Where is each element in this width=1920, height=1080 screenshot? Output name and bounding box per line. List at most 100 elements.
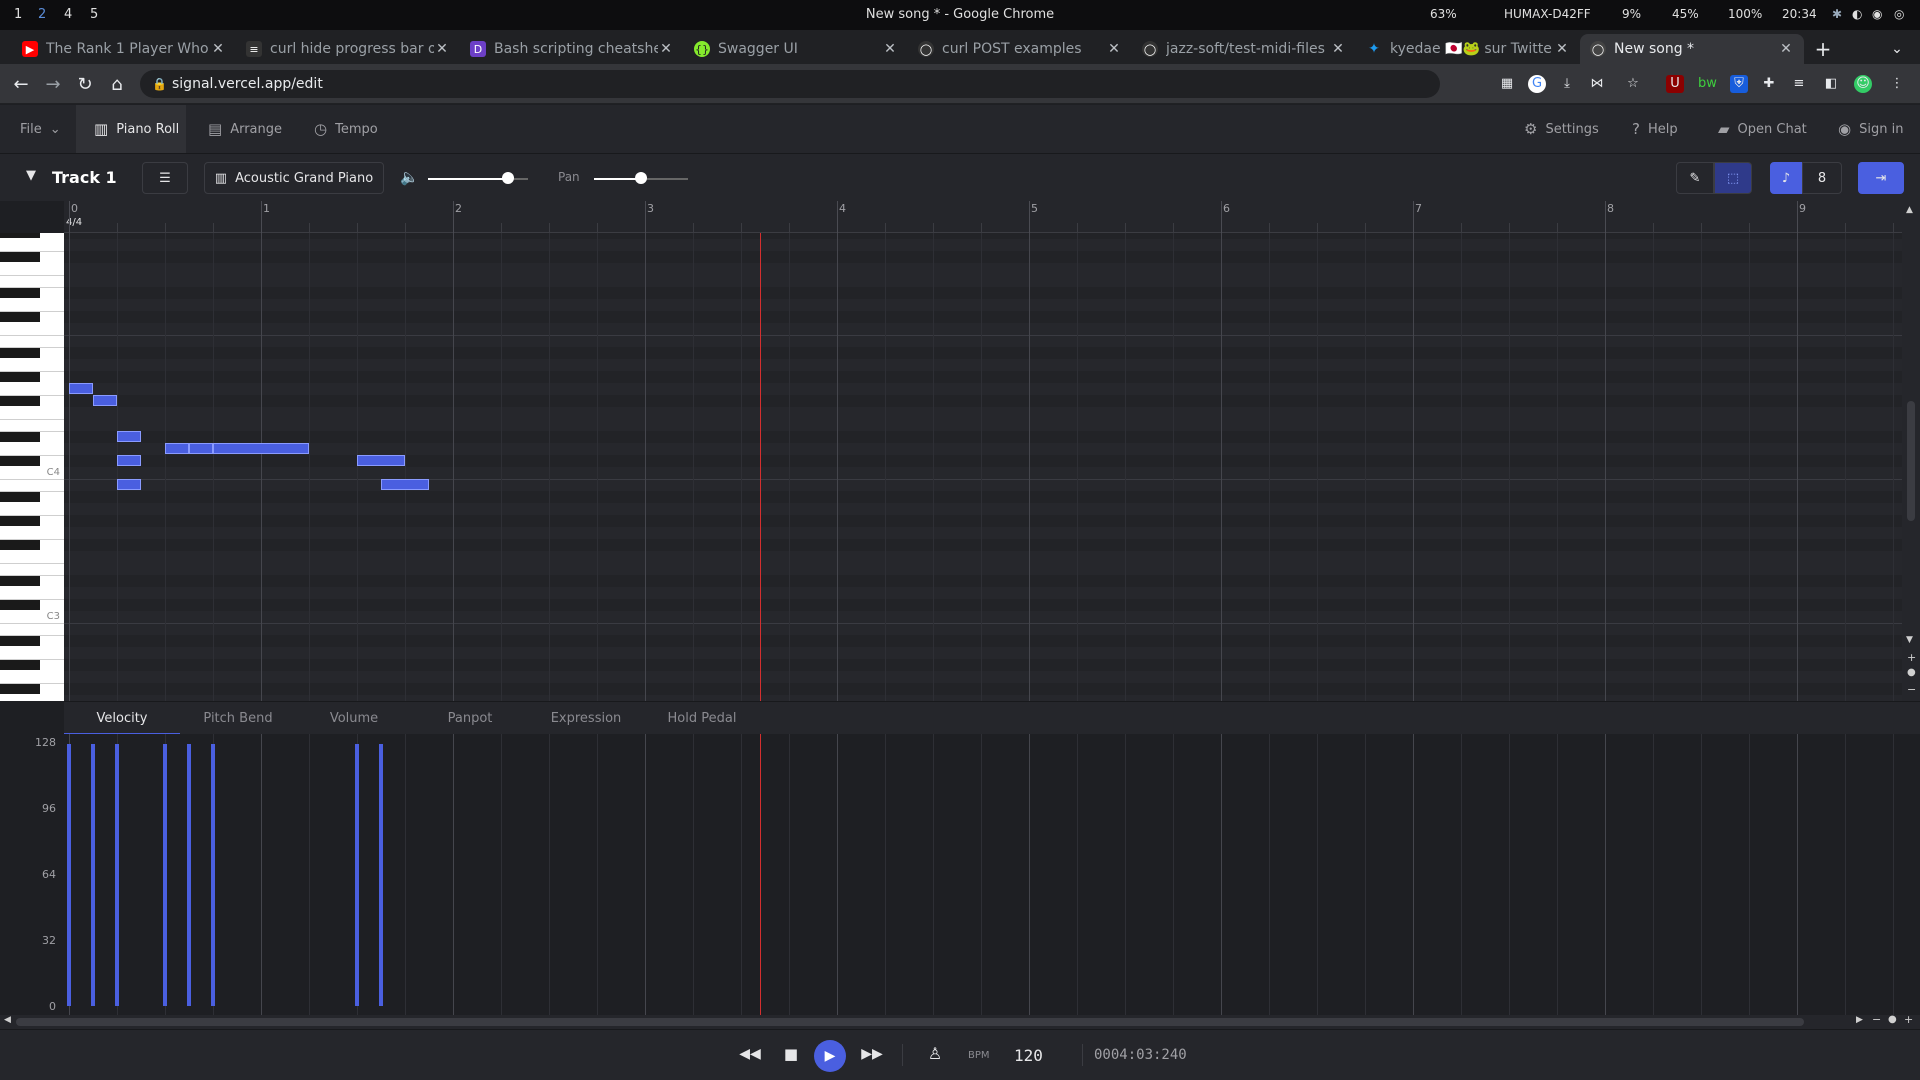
tab-panpot[interactable]: Panpot [412, 702, 528, 735]
selection-tool-button[interactable]: ⬚ [1714, 162, 1752, 194]
black-key[interactable] [0, 233, 40, 238]
forward-icon[interactable]: → [42, 74, 64, 96]
timeline-ruler[interactable]: 4/4 0123456789 [64, 201, 1902, 233]
sidepanel-icon[interactable]: ◧ [1822, 75, 1840, 93]
black-key[interactable] [0, 516, 40, 526]
pan-knob[interactable] [635, 172, 647, 184]
share-icon[interactable]: ⋈ [1588, 75, 1606, 93]
close-icon[interactable]: ✕ [210, 41, 226, 57]
velocity-grid[interactable] [64, 734, 1902, 1015]
zoom-out-icon[interactable]: − [1872, 1013, 1881, 1026]
zoom-out-icon[interactable]: − [1907, 683, 1916, 696]
velocity-bar[interactable] [163, 744, 167, 1006]
rewind-icon[interactable]: ◀◀ [738, 1046, 762, 1062]
tab-volume[interactable]: Volume [296, 702, 412, 735]
black-key[interactable] [0, 372, 40, 382]
close-icon[interactable]: ✕ [1106, 41, 1122, 57]
scroll-right-icon[interactable]: ▶ [1856, 1015, 1863, 1025]
velocity-pane[interactable]: 128 96 64 32 0 [0, 734, 1920, 1015]
pencil-tool-button[interactable]: ✎ [1676, 162, 1714, 194]
black-key[interactable] [0, 684, 40, 694]
velocity-bar[interactable] [211, 744, 215, 1006]
velocity-bar[interactable] [67, 744, 71, 1006]
tab-new-song[interactable]: ◯ New song * ✕ [1580, 34, 1804, 64]
hscroll-thumb[interactable] [16, 1018, 1804, 1026]
black-key[interactable] [0, 252, 40, 262]
ublock-icon[interactable]: U [1666, 75, 1684, 93]
zoom-reset-icon[interactable]: ● [1907, 667, 1916, 678]
profile-avatar[interactable]: ☺ [1854, 75, 1872, 93]
black-key[interactable] [0, 348, 40, 358]
note[interactable] [117, 455, 141, 466]
tab-jazz-soft[interactable]: ◯ jazz-soft/test-midi-files ✕ [1132, 34, 1356, 64]
note-grid[interactable] [64, 233, 1902, 701]
black-key[interactable] [0, 636, 40, 646]
black-key[interactable] [0, 456, 40, 466]
extension-bw-icon[interactable]: bw [1698, 75, 1717, 93]
note[interactable] [93, 395, 117, 406]
scroll-left-icon[interactable]: ◀ [4, 1015, 11, 1025]
tab-expression[interactable]: Expression [528, 702, 644, 735]
close-icon[interactable]: ✕ [1330, 41, 1346, 57]
tab-tempo[interactable]: ◷ Tempo [314, 105, 378, 153]
black-key[interactable] [0, 288, 40, 298]
install-icon[interactable]: ⤓ [1558, 75, 1576, 93]
play-button[interactable]: ▶ [814, 1040, 846, 1072]
note[interactable] [117, 431, 141, 442]
discord-icon[interactable]: ◉ [1872, 7, 1882, 21]
close-icon[interactable]: ✕ [1554, 41, 1570, 57]
black-key[interactable] [0, 492, 40, 502]
instrument-button[interactable]: ▥ Acoustic Grand Piano [204, 162, 384, 194]
piano-keyboard[interactable]: C4C3C2 [0, 233, 64, 701]
zoom-in-icon[interactable]: + [1907, 651, 1916, 664]
tab-curl-hide[interactable]: ≡ curl hide progress bar o ✕ [236, 34, 460, 64]
tab-arrange[interactable]: ▤ Arrange [208, 105, 282, 153]
extensions-icon[interactable]: ✚ [1760, 75, 1778, 93]
tab-youtube[interactable]: ▶ The Rank 1 Player Who ✕ [12, 34, 236, 64]
note[interactable] [357, 455, 405, 466]
black-key[interactable] [0, 660, 40, 670]
caret-down-icon[interactable]: ▼ [26, 168, 36, 183]
zoom-in-icon[interactable]: + [1904, 1013, 1913, 1026]
bookmark-icon[interactable]: ☆ [1624, 75, 1642, 93]
track-name[interactable]: Track 1 [52, 168, 117, 187]
home-icon[interactable]: ⌂ [106, 74, 128, 96]
black-key[interactable] [0, 576, 40, 586]
new-tab-button[interactable]: + [1810, 36, 1836, 62]
black-key[interactable] [0, 540, 40, 550]
quantize-toggle-button[interactable]: ♪ [1770, 162, 1802, 194]
tray-icon[interactable]: ◐ [1852, 7, 1862, 21]
tab-swagger[interactable]: {} Swagger UI ✕ [684, 34, 908, 64]
tab-hold-pedal[interactable]: Hold Pedal [644, 702, 760, 735]
close-icon[interactable]: ✕ [882, 41, 898, 57]
black-key[interactable] [0, 312, 40, 322]
quantize-select[interactable]: 8 [1802, 162, 1842, 194]
velocity-bar[interactable] [187, 744, 191, 1006]
bluetooth-icon[interactable]: ✱ [1832, 7, 1842, 21]
url-field[interactable]: 🔒 signal.vercel.app/edit [140, 70, 1440, 98]
scroll-up-icon[interactable]: ▲ [1906, 205, 1913, 215]
google-icon[interactable]: G [1528, 75, 1546, 93]
help-button[interactable]: ? Help [1632, 105, 1678, 153]
file-menu[interactable]: File ⌄ [20, 105, 76, 153]
close-icon[interactable]: ✕ [658, 41, 674, 57]
menu-icon[interactable]: ⋮ [1888, 75, 1906, 93]
open-chat-button[interactable]: ▰ Open Chat [1718, 105, 1807, 153]
queue-icon[interactable]: ≡ [1790, 75, 1808, 93]
cast-icon[interactable]: ▦ [1498, 75, 1516, 93]
close-icon[interactable]: ✕ [1778, 41, 1794, 57]
velocity-bar[interactable] [355, 744, 359, 1006]
tab-curl-post[interactable]: ◯ curl POST examples ✕ [908, 34, 1132, 64]
note[interactable] [381, 479, 429, 490]
scroll-down-icon[interactable]: ▼ [1906, 635, 1913, 645]
note[interactable] [69, 383, 93, 394]
tab-velocity[interactable]: Velocity [64, 702, 180, 735]
note[interactable] [165, 443, 189, 454]
fast-forward-icon[interactable]: ▶▶ [860, 1046, 884, 1062]
auto-scroll-button[interactable]: ⇥ [1858, 162, 1904, 194]
back-icon[interactable]: ← [10, 74, 32, 96]
tab-search-icon[interactable]: ⌄ [1884, 36, 1910, 62]
volume-knob[interactable] [502, 172, 514, 184]
velocity-bar[interactable] [91, 744, 95, 1006]
reload-icon[interactable]: ↻ [74, 74, 96, 96]
